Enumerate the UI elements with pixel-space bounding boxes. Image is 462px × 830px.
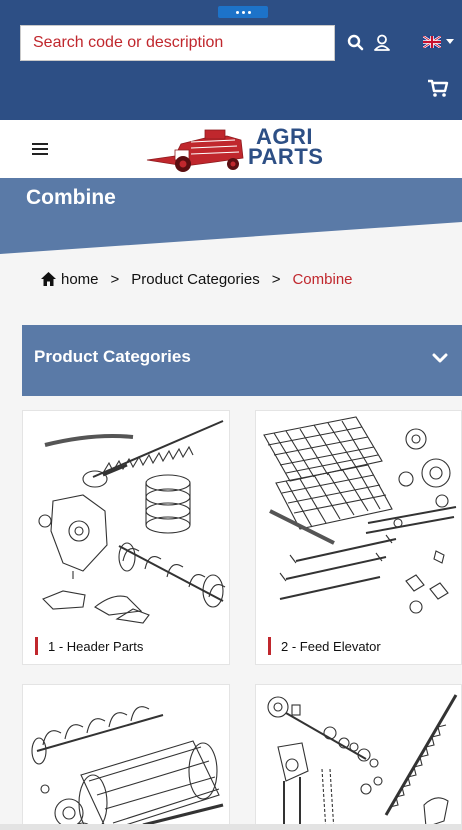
header-parts-image (38, 420, 226, 624)
category-label[interactable]: 2 - Feed Elevator (268, 637, 381, 655)
breadcrumb: home > Product Categories > Combine (40, 269, 353, 289)
breadcrumb-separator: > (271, 270, 281, 288)
breadcrumb-home-link[interactable]: home (61, 271, 99, 288)
chevron-down-icon[interactable] (446, 39, 454, 44)
feed-elevator-image (263, 416, 457, 614)
logo-text: AGRI PARTS (248, 124, 324, 169)
section-title: Product Categories (34, 347, 191, 366)
category-card-3[interactable] (22, 684, 230, 830)
breadcrumb-separator: > (110, 270, 120, 288)
uk-flag-icon[interactable] (423, 36, 441, 48)
category-card-feed-elevator[interactable]: 2 - Feed Elevator (255, 410, 462, 665)
category-label[interactable]: 1 - Header Parts (35, 637, 143, 655)
hamburger-menu-icon[interactable] (32, 143, 48, 155)
bottom-scroll-strip (0, 824, 462, 830)
threshing-parts-image (31, 706, 224, 830)
separation-parts-image (267, 694, 458, 830)
page: AGRI PARTS Combine home > Product Catego… (0, 0, 462, 830)
search-icon[interactable] (346, 33, 366, 53)
page-title: Combine (26, 186, 116, 209)
breadcrumb-current: Combine (292, 270, 353, 288)
home-icon[interactable] (40, 271, 57, 287)
accent-bar (268, 637, 271, 655)
breadcrumb-product-categories-link[interactable]: Product Categories (131, 271, 259, 288)
accent-bar (35, 637, 38, 655)
cart-icon[interactable] (427, 78, 449, 98)
category-card-header-parts[interactable]: 1 - Header Parts (22, 410, 230, 665)
drag-handle[interactable] (218, 6, 268, 18)
user-icon[interactable] (372, 33, 392, 53)
category-card-4[interactable] (255, 684, 462, 830)
chevron-down-icon[interactable] (432, 352, 448, 364)
search-input[interactable] (20, 25, 335, 61)
